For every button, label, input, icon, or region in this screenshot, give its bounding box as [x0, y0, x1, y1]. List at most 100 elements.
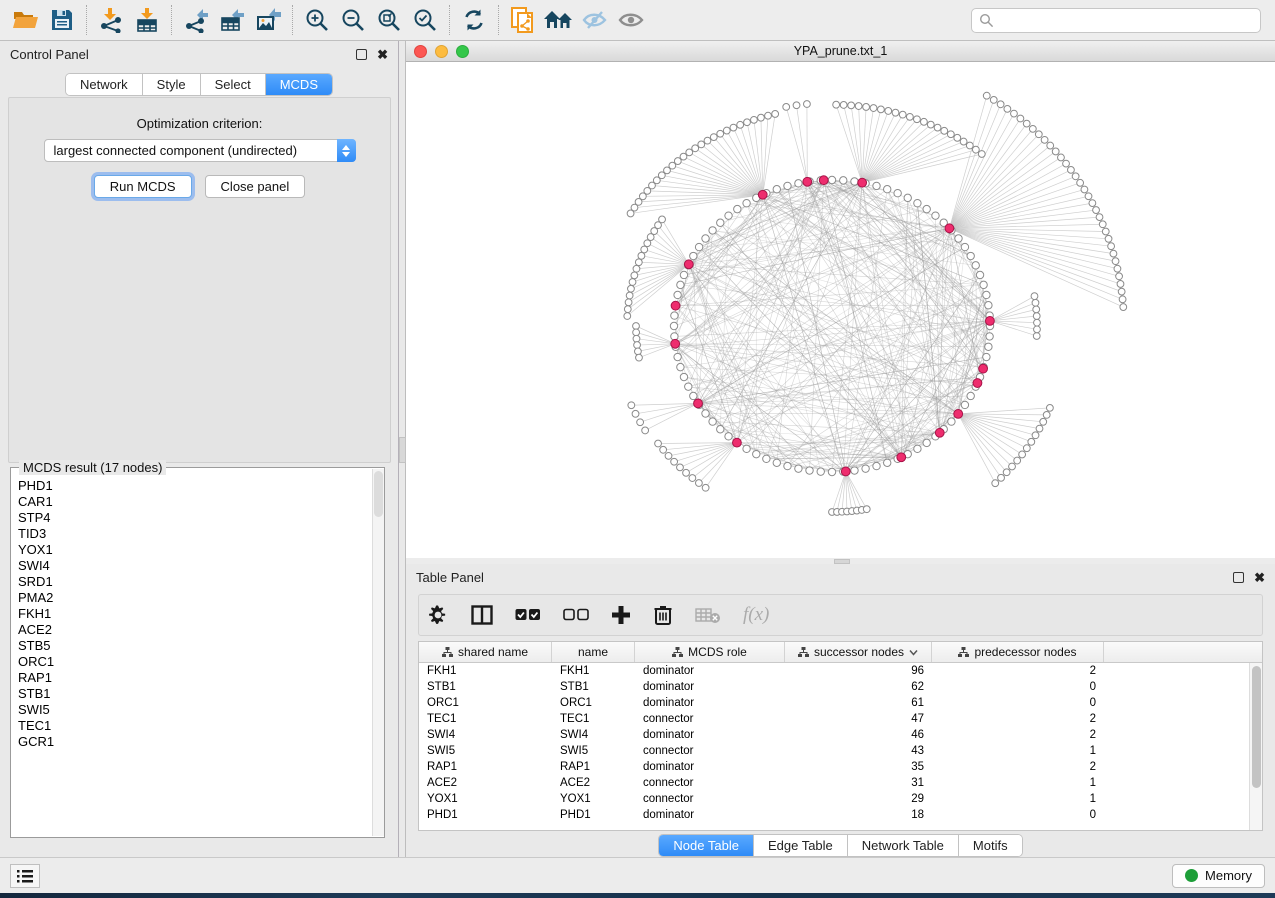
tab-edge-table[interactable]: Edge Table — [754, 835, 848, 856]
leaf-node[interactable] — [1063, 160, 1070, 167]
mcds-hub-node[interactable] — [897, 453, 906, 462]
ring-node[interactable] — [967, 392, 974, 399]
ring-node[interactable] — [717, 219, 724, 226]
result-node-item[interactable]: TID3 — [18, 526, 371, 542]
leaf-node[interactable] — [921, 118, 928, 125]
leaf-node[interactable] — [1114, 265, 1121, 272]
leaf-node[interactable] — [1072, 173, 1079, 180]
leaf-node[interactable] — [1014, 457, 1021, 464]
delete-column-icon[interactable] — [653, 604, 673, 626]
leaf-node[interactable] — [1034, 319, 1041, 326]
column-view-icon[interactable] — [471, 605, 493, 625]
leaf-node[interactable] — [1035, 131, 1042, 138]
leaf-node[interactable] — [947, 131, 954, 138]
ring-node[interactable] — [680, 271, 687, 278]
ring-node[interactable] — [784, 462, 791, 469]
leaf-node[interactable] — [992, 480, 999, 487]
leaf-node[interactable] — [633, 323, 640, 330]
mcds-hub-node[interactable] — [671, 339, 680, 348]
ring-node[interactable] — [873, 182, 880, 189]
ring-node[interactable] — [763, 455, 770, 462]
clone-network-icon[interactable] — [505, 3, 541, 37]
leaf-node[interactable] — [892, 109, 899, 116]
leaf-node[interactable] — [1102, 228, 1109, 235]
ring-node[interactable] — [734, 205, 741, 212]
result-node-item[interactable]: SWI5 — [18, 702, 371, 718]
close-panel-icon[interactable]: ✖ — [1254, 572, 1265, 583]
leaf-node[interactable] — [1096, 214, 1103, 221]
mcds-hub-node[interactable] — [733, 438, 742, 447]
ring-node[interactable] — [851, 467, 858, 474]
leaf-node[interactable] — [870, 105, 877, 112]
leaf-node[interactable] — [978, 151, 985, 158]
mcds-hub-node[interactable] — [684, 260, 693, 269]
leaf-node[interactable] — [1116, 273, 1123, 280]
leaf-node[interactable] — [1033, 333, 1040, 340]
ring-node[interactable] — [884, 186, 891, 193]
float-panel-icon[interactable] — [356, 49, 367, 60]
ring-node[interactable] — [773, 459, 780, 466]
leaf-node[interactable] — [1077, 179, 1084, 186]
table-row[interactable]: SWI4SWI4dominator462 — [419, 727, 1249, 743]
ring-node[interactable] — [955, 235, 962, 242]
leaf-node[interactable] — [689, 475, 696, 482]
leaf-node[interactable] — [998, 474, 1005, 481]
leaf-node[interactable] — [1004, 105, 1011, 112]
leaf-node[interactable] — [1081, 186, 1088, 193]
network-canvas[interactable] — [406, 62, 1275, 560]
leaf-node[interactable] — [665, 452, 672, 459]
leaf-node[interactable] — [641, 246, 648, 253]
leaf-node[interactable] — [624, 306, 631, 313]
ring-node[interactable] — [948, 418, 955, 425]
table-row[interactable]: FKH1FKH1dominator962 — [419, 663, 1249, 679]
leaf-node[interactable] — [983, 92, 990, 99]
column-header-successor-nodes[interactable]: successor nodes — [785, 642, 932, 662]
leaf-node[interactable] — [633, 265, 640, 272]
leaf-node[interactable] — [1120, 304, 1127, 311]
result-node-item[interactable]: STB5 — [18, 638, 371, 654]
leaf-node[interactable] — [1041, 136, 1048, 143]
leaf-node[interactable] — [635, 259, 642, 266]
close-panel-button[interactable]: Close panel — [205, 175, 306, 198]
leaf-node[interactable] — [1093, 207, 1100, 214]
table-row[interactable]: PHD1PHD1dominator180 — [419, 807, 1249, 823]
leaf-node[interactable] — [960, 138, 967, 145]
leaf-node[interactable] — [863, 104, 870, 111]
save-icon[interactable] — [44, 3, 80, 37]
leaf-node[interactable] — [744, 119, 751, 126]
leaf-node[interactable] — [1032, 299, 1039, 306]
ring-node[interactable] — [894, 189, 901, 196]
ring-node[interactable] — [840, 177, 847, 184]
ring-node[interactable] — [690, 252, 697, 259]
leaf-node[interactable] — [783, 104, 790, 111]
ring-node[interactable] — [709, 227, 716, 234]
column-header-shared-name[interactable]: shared name — [419, 642, 552, 662]
leaf-node[interactable] — [634, 342, 641, 349]
leaf-node[interactable] — [1043, 411, 1050, 418]
mcds-hub-node[interactable] — [986, 317, 995, 326]
tab-mcds[interactable]: MCDS — [266, 74, 332, 95]
ring-node[interactable] — [961, 243, 968, 250]
leaf-node[interactable] — [833, 101, 840, 108]
leaf-node[interactable] — [1058, 154, 1065, 161]
ring-node[interactable] — [677, 281, 684, 288]
ring-node[interactable] — [873, 462, 880, 469]
leaf-node[interactable] — [730, 124, 737, 131]
leaf-node[interactable] — [1119, 296, 1126, 303]
table-row[interactable]: TEC1TEC1connector472 — [419, 711, 1249, 727]
leaf-node[interactable] — [632, 410, 639, 417]
ring-node[interactable] — [904, 194, 911, 201]
leaf-node[interactable] — [655, 440, 662, 447]
leaf-node[interactable] — [626, 292, 633, 299]
leaf-node[interactable] — [1036, 425, 1043, 432]
splitter-grip[interactable] — [399, 437, 406, 463]
memory-button[interactable]: Memory — [1172, 864, 1265, 888]
ring-node[interactable] — [817, 468, 824, 475]
ring-node[interactable] — [828, 468, 835, 475]
tab-network-table[interactable]: Network Table — [848, 835, 959, 856]
column-header-MCDS-role[interactable]: MCDS role — [635, 642, 785, 662]
ring-node[interactable] — [985, 343, 992, 350]
leaf-node[interactable] — [717, 130, 724, 137]
leaf-node[interactable] — [1032, 432, 1039, 439]
leaf-node[interactable] — [1108, 243, 1115, 250]
